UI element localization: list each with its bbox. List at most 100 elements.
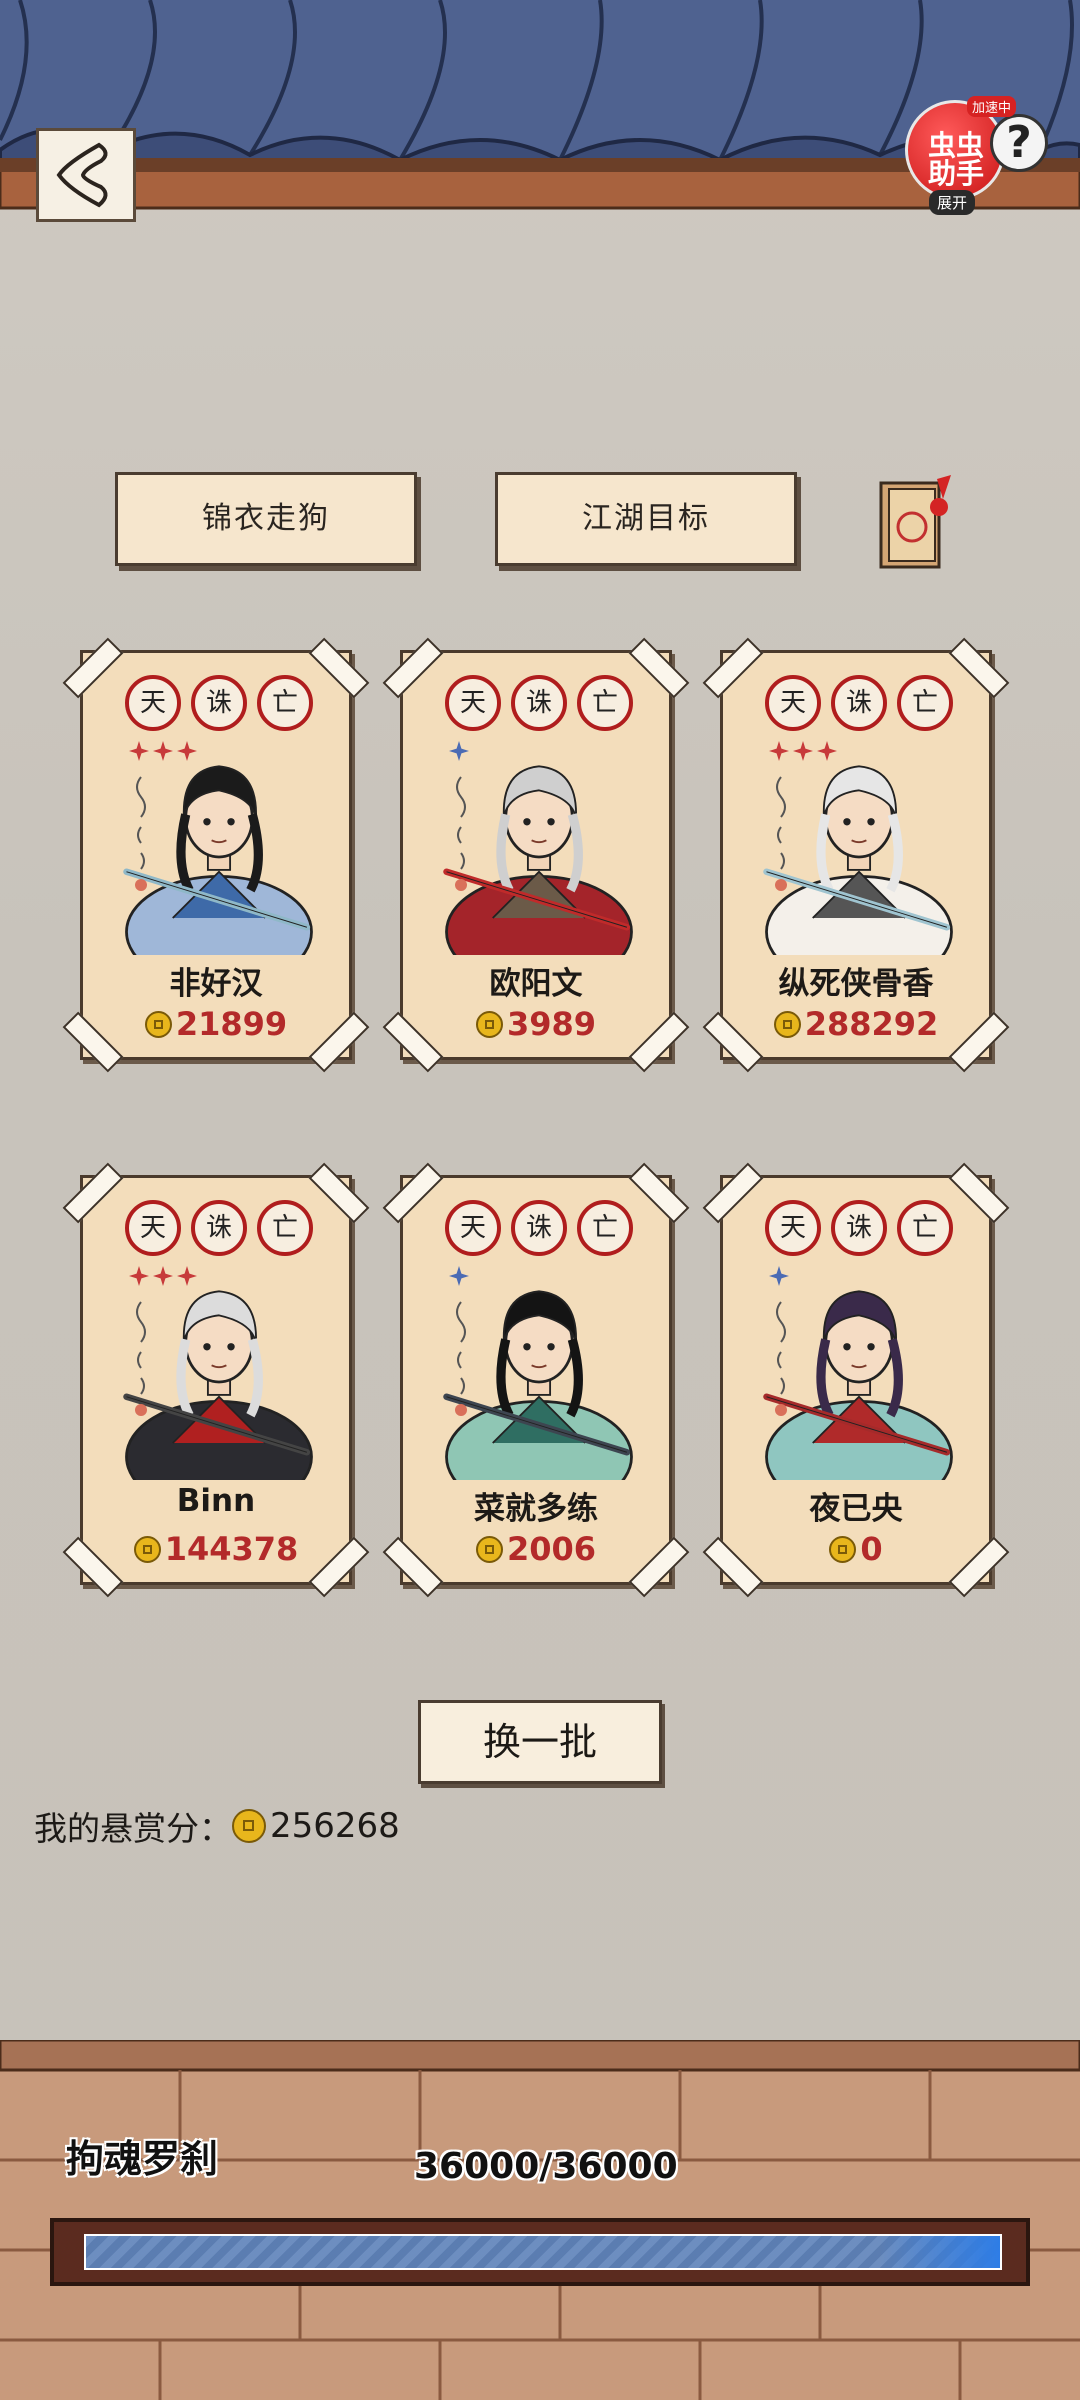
rank-stars [129, 741, 201, 763]
rank-star-icon [769, 741, 789, 761]
target-card[interactable]: 天诛亡 菜就多练 2006 [382, 1162, 690, 1598]
tape-corner [308, 1162, 370, 1224]
my-bounty-score-label: 我的悬赏分： [34, 1809, 232, 1848]
seal-zhu[interactable]: 诛 [191, 1200, 247, 1256]
assistant-status-tag: 加速中 [967, 96, 1017, 117]
seal-zhu[interactable]: 诛 [511, 1200, 567, 1256]
assistant-widget[interactable]: ? 加速中 虫虫助手 展开 [905, 92, 1048, 217]
coin-icon [133, 1535, 161, 1563]
back-button[interactable] [36, 128, 136, 222]
tape-corner [382, 1162, 444, 1224]
tape-corner [702, 1162, 764, 1224]
tape-corner [382, 637, 444, 699]
seal-row: 天诛亡 [445, 675, 635, 733]
coin-icon [232, 1809, 266, 1843]
tape-corner [628, 637, 690, 699]
seal-wang[interactable]: 亡 [577, 675, 633, 731]
rank-stars [769, 741, 841, 763]
seal-row: 天诛亡 [765, 675, 955, 733]
boss-hp-text: 36000/36000 [414, 2146, 678, 2187]
boss-hp-track [84, 2234, 1002, 2270]
target-card[interactable]: 天诛亡 夜已央 0 [702, 1162, 1010, 1598]
seal-wang[interactable]: 亡 [257, 675, 313, 731]
ornament-squiggle-icon [135, 1301, 147, 1416]
seal-row: 天诛亡 [765, 1200, 955, 1258]
target-card[interactable]: 天诛亡 欧阳文 3989 [382, 637, 690, 1073]
bounty-value: 144378 [164, 1530, 299, 1568]
rank-stars [129, 1266, 201, 1288]
bounty-row: 3989 [403, 1005, 669, 1043]
target-card[interactable]: 天诛亡 非好汉 21899 [62, 637, 370, 1073]
tape-corner [62, 637, 124, 699]
rank-star-icon [129, 741, 149, 761]
ornament-squiggle-icon [455, 776, 467, 891]
tab-jinyi-zougou[interactable]: 锦衣走狗 [115, 472, 417, 566]
seal-zhu[interactable]: 诛 [831, 1200, 887, 1256]
seal-tian[interactable]: 天 [445, 1200, 501, 1256]
bounty-book-icon[interactable] [877, 473, 957, 573]
character-name: 夜已央 [809, 1491, 903, 1527]
seal-row: 天诛亡 [125, 1200, 315, 1258]
bounty-value: 288292 [804, 1005, 939, 1043]
tape-corner [628, 1162, 690, 1224]
seal-zhu[interactable]: 诛 [511, 675, 567, 731]
tape-corner [948, 637, 1010, 699]
coin-icon [475, 1010, 503, 1038]
bounty-row: 0 [723, 1530, 989, 1568]
coin-icon [829, 1535, 857, 1563]
coin-icon [144, 1010, 172, 1038]
rank-star-icon [153, 1266, 173, 1286]
bounty-row: 2006 [403, 1530, 669, 1568]
seal-zhu[interactable]: 诛 [831, 675, 887, 731]
character-name: 欧阳文 [489, 966, 583, 1002]
character-name: 非好汉 [169, 966, 263, 1002]
seal-row: 天诛亡 [125, 675, 315, 733]
rank-star-icon [769, 1266, 789, 1286]
seal-tian[interactable]: 天 [765, 675, 821, 731]
rank-star-icon [177, 1266, 197, 1286]
bounty-row: 288292 [723, 1005, 989, 1043]
assistant-expand-button[interactable]: 展开 [929, 190, 976, 215]
rank-star-icon [129, 1266, 149, 1286]
seal-wang[interactable]: 亡 [897, 1200, 953, 1256]
seal-tian[interactable]: 天 [445, 675, 501, 731]
seal-tian[interactable]: 天 [765, 1200, 821, 1256]
seal-wang[interactable]: 亡 [897, 675, 953, 731]
ornament-squiggle-icon [775, 1301, 787, 1416]
tape-corner [948, 1162, 1010, 1224]
seal-wang[interactable]: 亡 [257, 1200, 313, 1256]
ornament-squiggle-icon [135, 776, 147, 891]
ornament-squiggle-icon [455, 1301, 467, 1416]
tab-jianghu-target[interactable]: 江湖目标 [495, 472, 797, 566]
character-name: 菜就多练 [474, 1491, 598, 1527]
rank-star-icon [449, 1266, 469, 1286]
refresh-batch-button[interactable]: 换一批 [418, 1700, 662, 1784]
character-name: 纵死侠骨香 [778, 966, 934, 1002]
my-bounty-score-value: 256268 [270, 1806, 400, 1846]
boss-name: 拘魂罗刹 [66, 2137, 219, 2181]
seal-tian[interactable]: 天 [125, 675, 181, 731]
target-card[interactable]: 天诛亡 纵死侠骨香 288292 [702, 637, 1010, 1073]
seal-tian[interactable]: 天 [125, 1200, 181, 1256]
coin-icon [475, 1535, 503, 1563]
tape-corner [702, 637, 764, 699]
target-card[interactable]: 天诛亡 Binn 144378 [62, 1162, 370, 1598]
boss-hp-fill [86, 2236, 1000, 2268]
seal-zhu[interactable]: 诛 [191, 675, 247, 731]
bounty-row: 21899 [83, 1005, 349, 1043]
bounty-row: 144378 [83, 1530, 349, 1568]
character-name: Binn [176, 1483, 256, 1519]
seal-wang[interactable]: 亡 [577, 1200, 633, 1256]
coin-icon [773, 1010, 801, 1038]
help-icon[interactable]: ? [990, 114, 1048, 172]
bounty-value: 2006 [506, 1530, 597, 1568]
rank-stars [449, 741, 473, 763]
rank-star-icon [449, 741, 469, 761]
ornament-squiggle-icon [775, 776, 787, 891]
tape-corner [308, 637, 370, 699]
assistant-name: 虫虫助手 [927, 129, 984, 190]
bounty-value: 3989 [506, 1005, 597, 1043]
bounty-value: 0 [860, 1530, 883, 1568]
tape-corner [62, 1162, 124, 1224]
boss-hp-frame [50, 2218, 1030, 2286]
